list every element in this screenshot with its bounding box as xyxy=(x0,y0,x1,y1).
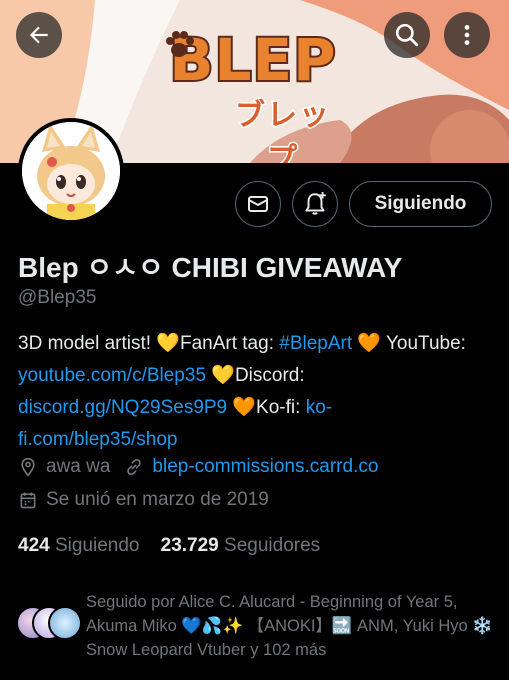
bio-text: 3D model artist! 💛FanArt tag: xyxy=(18,333,280,354)
following-count: 424 xyxy=(18,535,50,556)
following-button[interactable]: Siguiendo xyxy=(349,181,492,227)
back-button[interactable] xyxy=(16,12,62,58)
followed-by-avatars[interactable] xyxy=(16,606,82,640)
banner-logo-subtext: ブレップ xyxy=(234,97,331,164)
location-text: awa wa xyxy=(46,456,111,477)
followers-stat[interactable]: 23.729 Seguidores xyxy=(161,535,321,556)
followed-by-text[interactable]: Seguido por Alice C. Alucard - Beginning… xyxy=(86,590,496,662)
bio-text: 🧡Ko-fi: xyxy=(227,397,306,418)
profile-handle: @Blep35 xyxy=(18,287,97,308)
profile-meta-joined: Se unió en marzo de 2019 xyxy=(18,489,269,511)
youtube-link[interactable]: youtube.com/c/Blep35 xyxy=(18,365,206,386)
joined-date: Se unió en marzo de 2019 xyxy=(46,489,269,510)
followers-label: Seguidores xyxy=(224,535,321,556)
bio-text: 💛Discord: xyxy=(206,365,305,386)
message-button[interactable] xyxy=(235,181,281,227)
search-button[interactable] xyxy=(384,12,430,58)
bell-plus-icon xyxy=(305,192,326,215)
profile-name: Blep ㅇㅅㅇ CHIBI GIVEAWAY xyxy=(18,252,403,283)
avatar-image xyxy=(22,122,120,220)
following-label: Siguiendo xyxy=(54,535,140,556)
search-icon xyxy=(395,23,419,47)
profile-avatar[interactable] xyxy=(18,118,124,224)
avatar xyxy=(48,606,82,640)
discord-link[interactable]: discord.gg/NQ29Ses9P9 xyxy=(18,397,227,418)
banner-logo: BLEP ブレップ xyxy=(163,28,343,163)
followers-count: 23.729 xyxy=(160,535,219,556)
hashtag-link[interactable]: #BlepArt xyxy=(279,333,352,354)
calendar-icon xyxy=(20,492,36,509)
more-options-button[interactable] xyxy=(444,12,490,58)
mail-icon xyxy=(248,196,268,212)
bio-text: 🧡 YouTube: xyxy=(352,333,466,354)
follow-stats: 424 Siguiendo 23.729 Seguidores xyxy=(18,535,320,557)
notifications-button[interactable] xyxy=(292,181,338,227)
more-vertical-icon xyxy=(464,25,470,45)
avatar-illustration xyxy=(22,122,120,220)
profile-bio: 3D model artist! 💛FanArt tag: #BlepArt 🧡… xyxy=(18,328,478,456)
paw-icon xyxy=(166,31,194,57)
following-stat[interactable]: 424 Siguiendo xyxy=(18,535,140,556)
location-pin-icon xyxy=(21,457,35,477)
link-icon xyxy=(127,458,142,476)
arrow-left-icon xyxy=(29,26,48,44)
website-link[interactable]: blep-commissions.carrd.co xyxy=(152,456,378,478)
profile-meta-location-website: awa wa blep-commissions.carrd.co xyxy=(18,456,378,478)
